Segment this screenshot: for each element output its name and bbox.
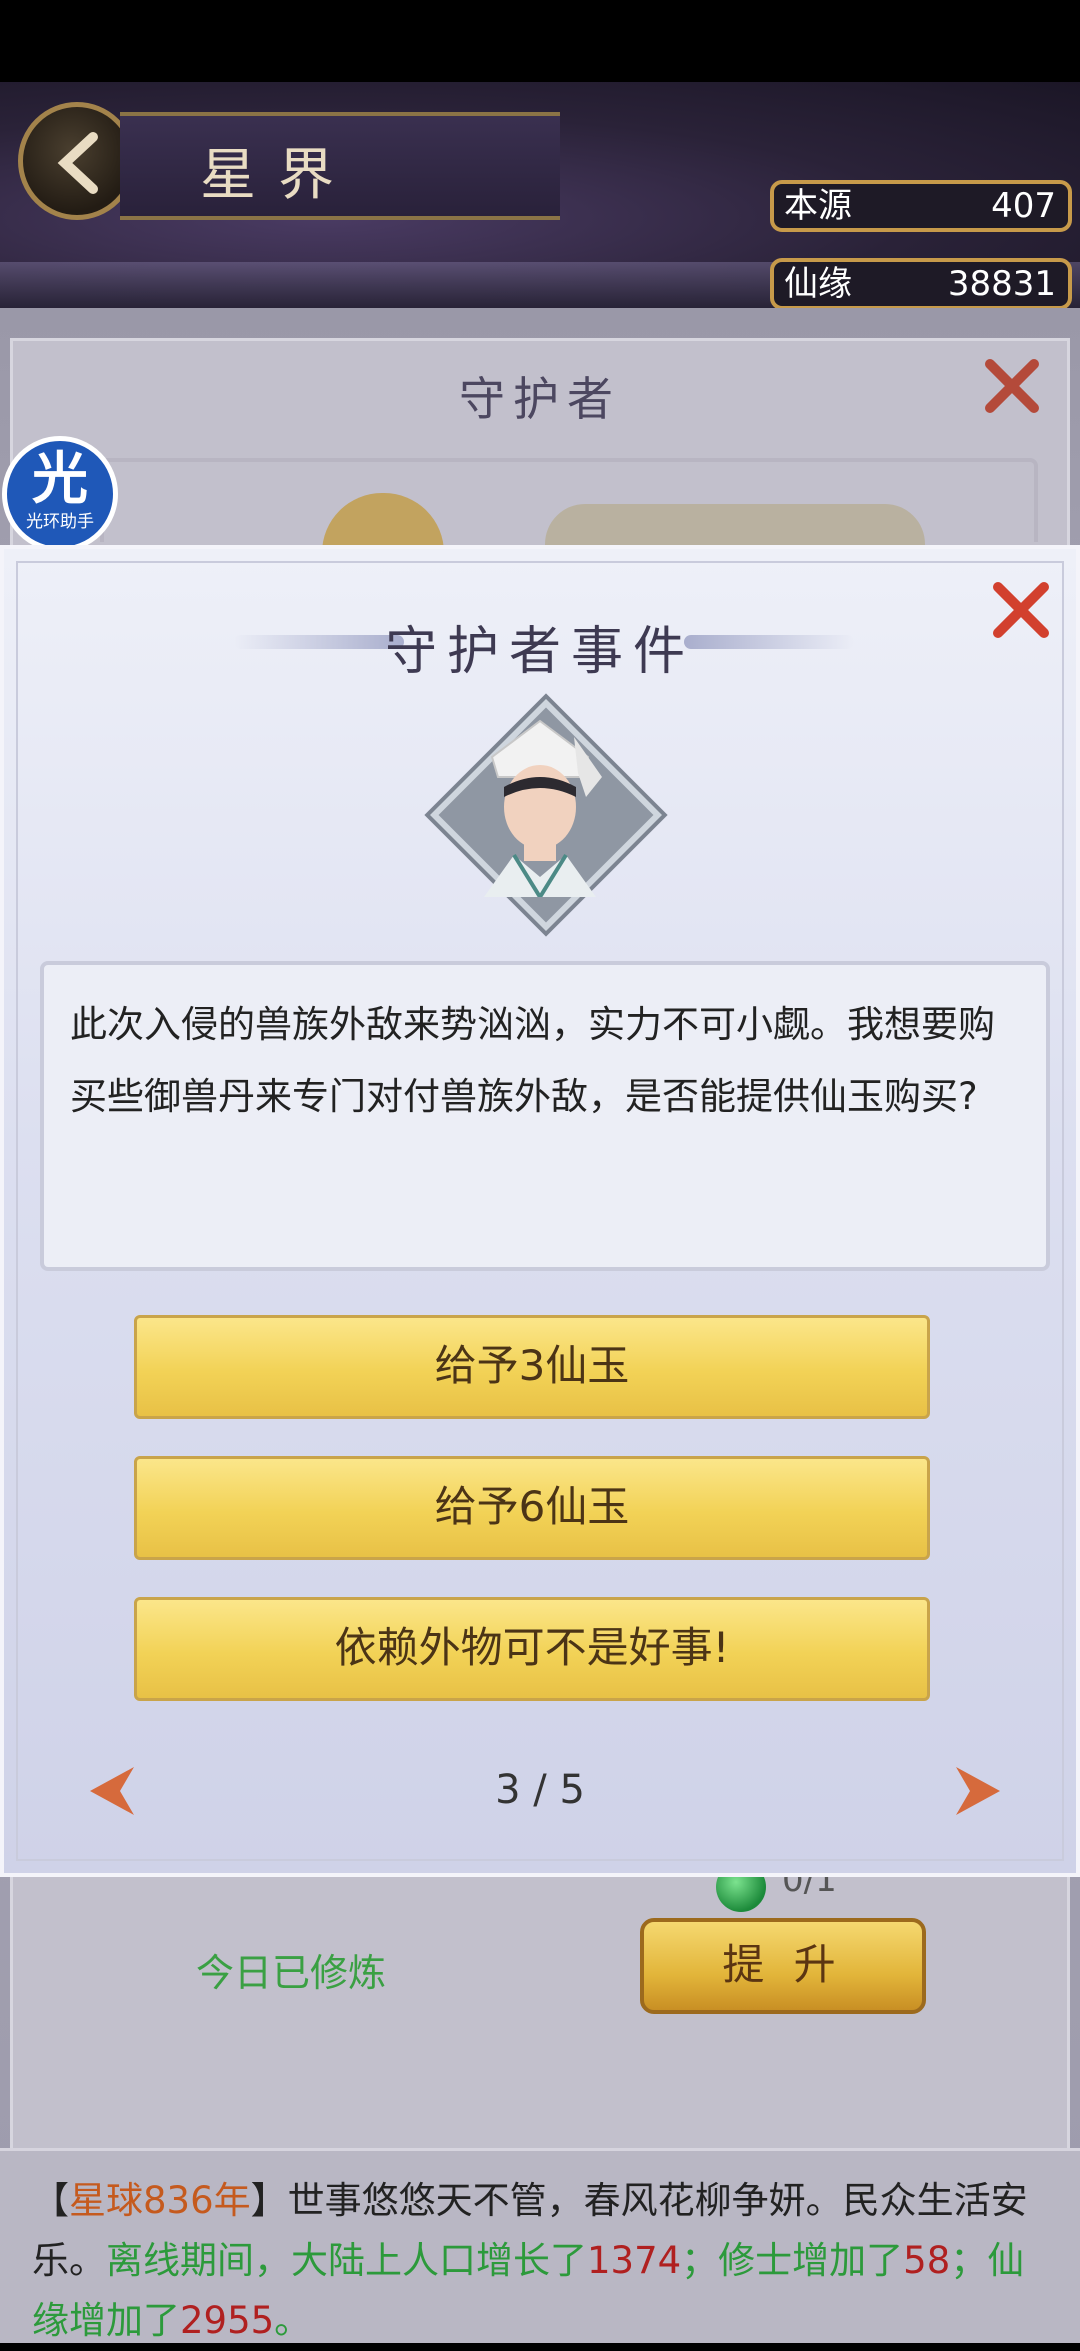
news-line5: 。 [274, 2299, 312, 2342]
news-bracket: 【 [32, 2179, 69, 2222]
news-cult: 58 [903, 2239, 951, 2282]
guardian-portrait-icon [484, 719, 602, 897]
choice-give-6-button[interactable]: 给予6仙玉 [134, 1456, 930, 1560]
trained-today-label: 今日已修炼 [196, 1951, 387, 1995]
resource-value: 38831 [947, 264, 1056, 304]
news-line2: 离线期间，大陆上人口增长了 [106, 2239, 587, 2282]
news-xianyuan: 2955 [180, 2299, 275, 2342]
guardian-panel-title: 守护者 [459, 372, 621, 426]
resource-xianyuan: 仙缘 38831 [770, 258, 1072, 310]
modal-close-button[interactable] [990, 579, 1052, 645]
resource-value: 407 [991, 186, 1056, 226]
news-year: 星球836年 [69, 2179, 251, 2222]
watermark-text: 光环助手 [26, 512, 94, 532]
news-text: 【星球836年】世事悠悠天不管，春风花柳争妍。民众生活安乐。离线期间，大陆上人口… [32, 2171, 1052, 2351]
arrow-right-icon [956, 1767, 1000, 1815]
back-button[interactable] [18, 102, 136, 220]
resource-label: 本源 [784, 186, 852, 226]
close-icon [993, 582, 1049, 638]
modal-title: 守护者事件 [384, 622, 695, 682]
status-bar [0, 0, 1080, 82]
watermark-glyph: 光 [32, 447, 88, 512]
page-title: 星界 [200, 143, 356, 208]
guardian-close-button[interactable] [982, 356, 1042, 420]
back-arrow-icon [57, 132, 98, 194]
choice-give-3-button[interactable]: 给予3仙玉 [134, 1315, 930, 1419]
news-line3: ；修士增加了 [681, 2239, 904, 2282]
header: 星界 本源 407 仙缘 38831 [0, 82, 1080, 310]
resource-benyuan: 本源 407 [770, 180, 1072, 232]
watermark-logo: 光 光环助手 [2, 436, 118, 552]
title-plate: 星界 [120, 112, 560, 220]
news-ticker: 【星球836年】世事悠悠天不管，春风花柳争妍。民众生活安乐。离线期间，大陆上人口… [0, 2148, 1080, 2343]
resource-label: 仙缘 [784, 264, 852, 304]
news-bracket: 】 [250, 2179, 288, 2222]
news-pop: 1374 [587, 2239, 682, 2282]
choice-refuse-button[interactable]: 依赖外物可不是好事! [134, 1597, 930, 1701]
upgrade-button[interactable]: 提 升 [640, 1918, 926, 2014]
dialog-text: 此次入侵的兽族外敌来势汹汹，实力不可小觑。我想要购买些御兽丹来专门对付兽族外敌，… [70, 1003, 995, 1118]
close-icon [985, 359, 1039, 413]
guardian-event-modal: 守护者事件 此次入侵的兽族外敌来势汹汹，实力不可小觑。我想要购买些御兽丹来专门对… [0, 545, 1080, 1877]
page-indicator: 3 / 5 [495, 1767, 585, 1813]
dialog-box: 此次入侵的兽族外敌来势汹汹，实力不可小觑。我想要购买些御兽丹来专门对付兽族外敌，… [40, 961, 1050, 1271]
next-page-button[interactable] [952, 1763, 1006, 1823]
